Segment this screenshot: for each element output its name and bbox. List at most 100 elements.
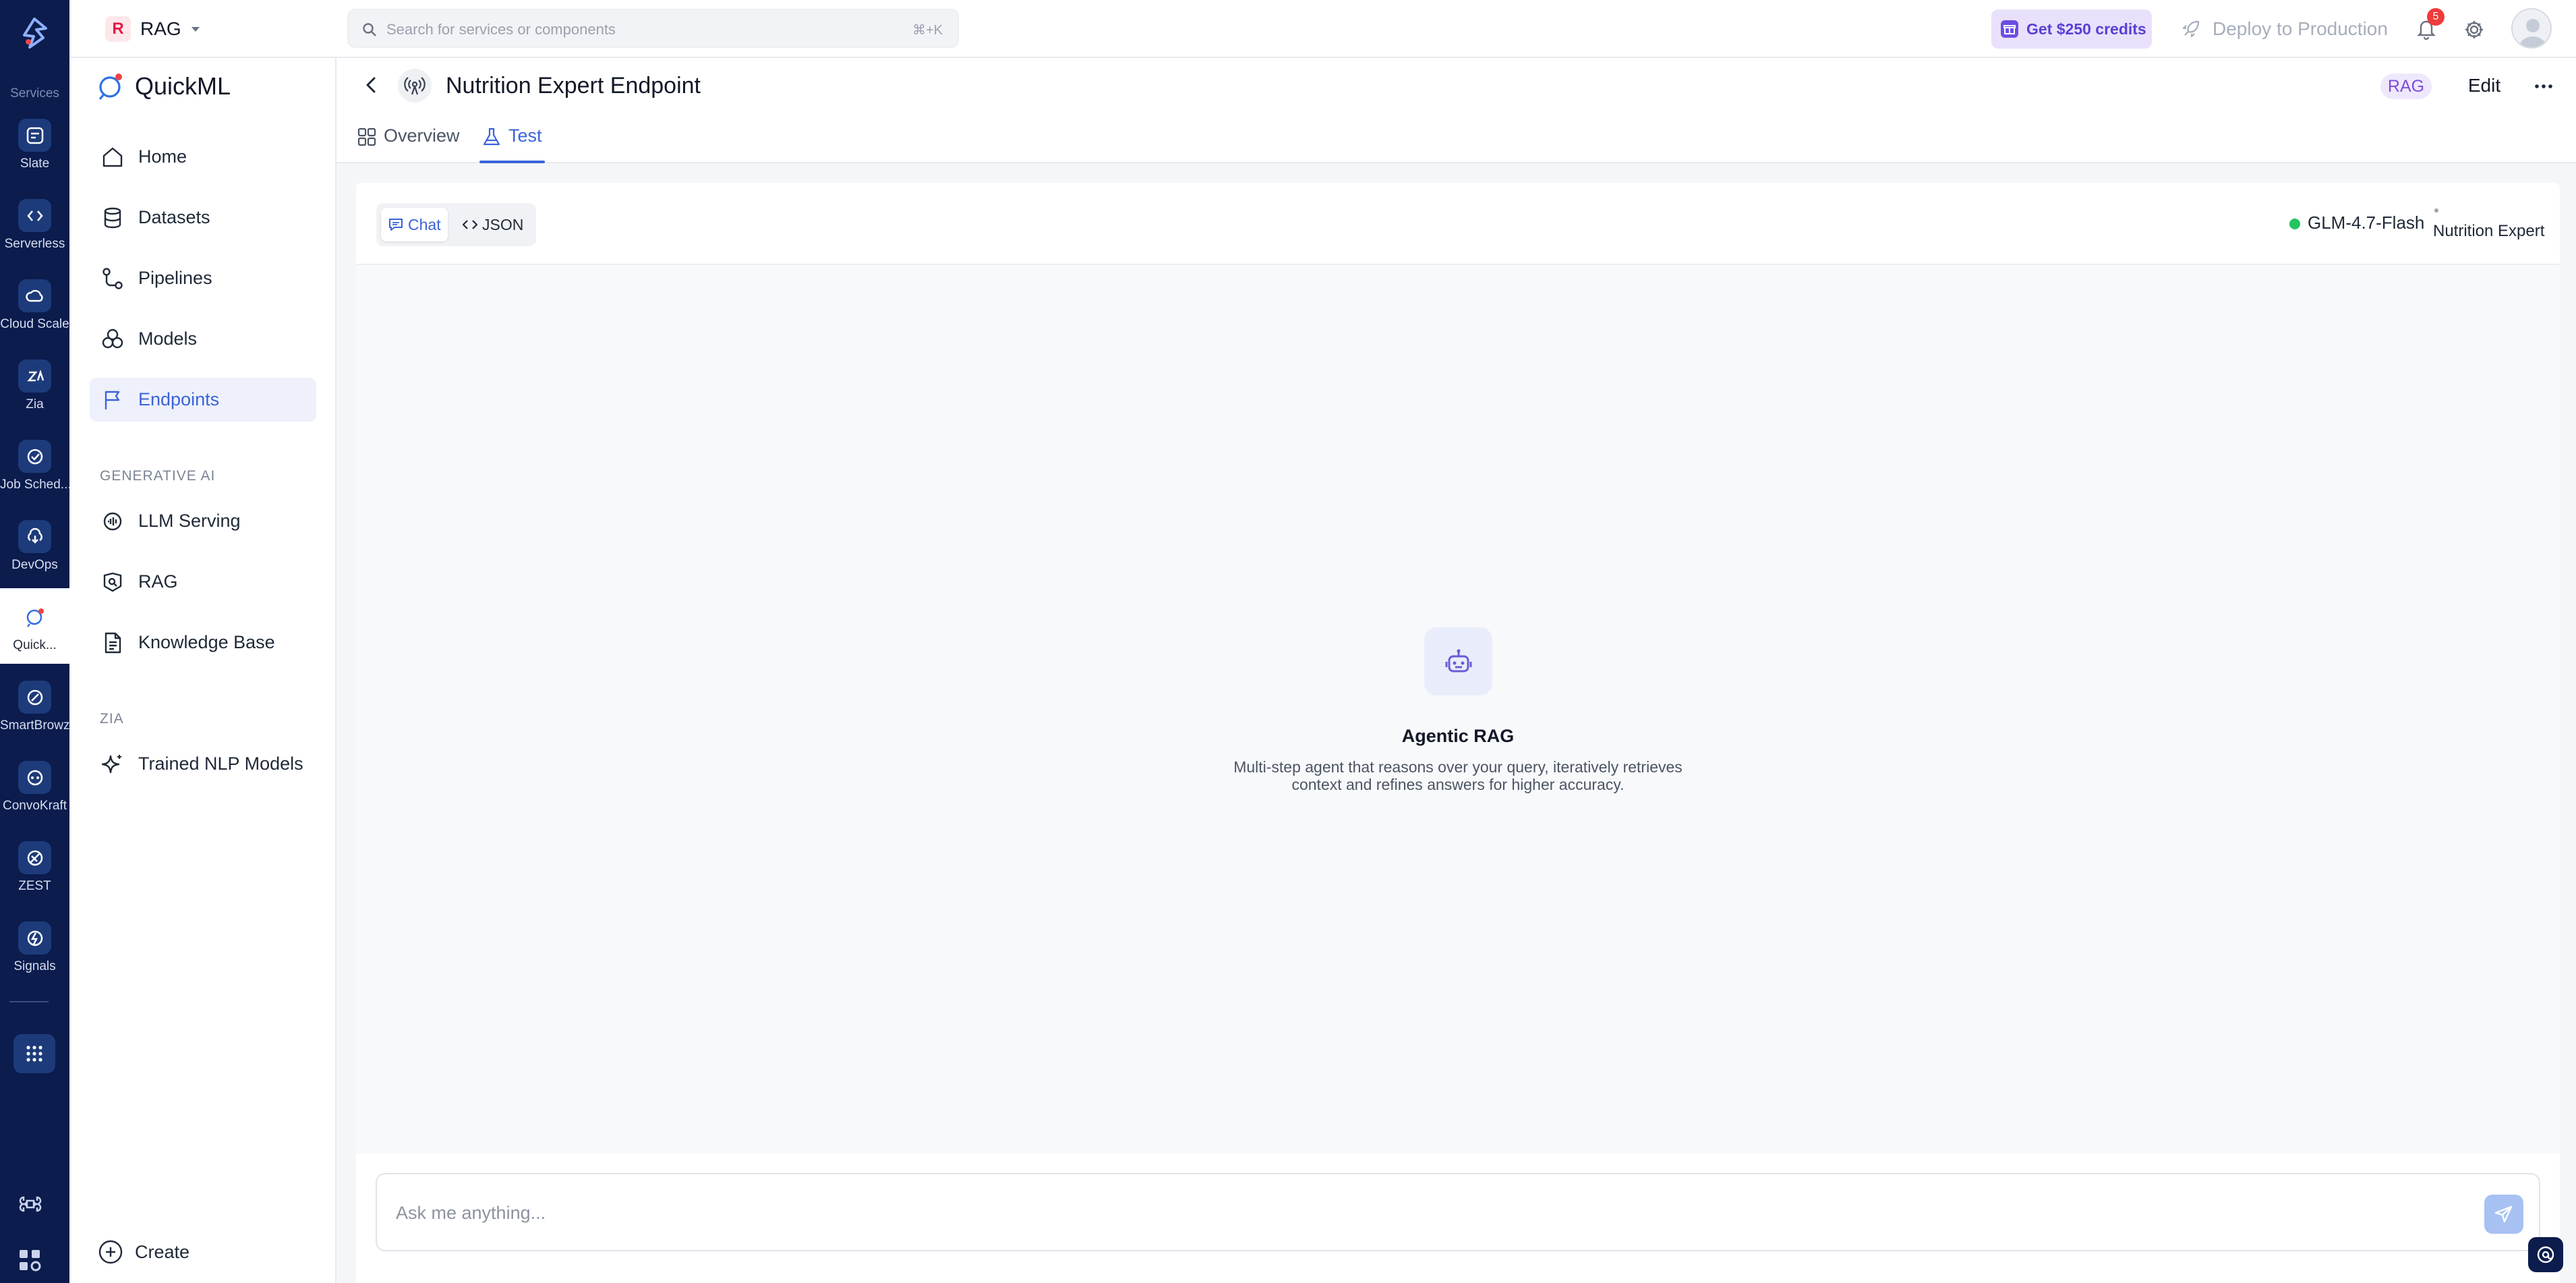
sidebar-item-label: Models <box>138 329 198 349</box>
rail-item-quickml[interactable]: Quick... <box>0 588 69 664</box>
avatar[interactable] <box>2511 8 2552 49</box>
rail-item-label: ZEST <box>18 879 51 893</box>
rail-item-label: Slate <box>20 156 50 171</box>
document-icon <box>100 631 125 655</box>
slate-icon <box>18 119 51 152</box>
send-button[interactable] <box>2484 1195 2523 1234</box>
get-credits-button[interactable]: Get $250 credits <box>1991 9 2152 49</box>
sidebar-item-pipelines[interactable]: Pipelines <box>90 256 316 300</box>
sidebar-item-label: Pipelines <box>138 268 212 288</box>
search-shortcut: ⌘+K <box>912 23 943 38</box>
sidebar-item-datasets[interactable]: Datasets <box>90 196 316 239</box>
signals-icon <box>18 921 51 954</box>
brand-name: QuickML <box>135 72 231 100</box>
sidebar-item-label: Knowledge Base <box>138 632 275 652</box>
tab-overview[interactable]: Overview <box>357 125 460 163</box>
more-options-icon[interactable] <box>2530 73 2557 100</box>
llm-serving-icon <box>100 509 125 534</box>
section-label-generative-ai: GENERATIVE AI <box>100 468 216 484</box>
zia-icon <box>18 360 51 393</box>
composer-area: Ask me anything... <box>356 1153 2560 1283</box>
smartbrowz-icon <box>18 681 51 714</box>
global-search[interactable]: Search for services or components ⌘+K <box>347 9 959 48</box>
rail-item-zia[interactable]: Zia <box>0 347 69 423</box>
home-icon <box>100 145 125 169</box>
gift-icon <box>1999 19 2020 39</box>
empty-state-title: Agentic RAG <box>1401 726 1515 746</box>
sidebar-item-models[interactable]: Models <box>90 317 316 361</box>
job-scheduling-icon <box>18 440 51 473</box>
rail-item-slate[interactable]: Slate <box>0 107 69 182</box>
apps-icon[interactable] <box>18 1248 42 1272</box>
test-panel-header: Chat JSON GLM-4.7-Flash Nutrition Expert <box>356 183 2560 265</box>
tab-label: Test <box>508 125 542 146</box>
service-rail: Services Slate Serverless Cloud Scale Zi… <box>0 0 69 1283</box>
catalyst-logo-icon[interactable] <box>16 15 53 51</box>
mode-json-button[interactable]: JSON <box>455 208 530 241</box>
project-switcher[interactable]: R RAG <box>105 15 202 43</box>
deploy-label: Deploy to Production <box>2213 18 2388 39</box>
rail-section-label: Services <box>10 86 59 101</box>
rail-divider <box>9 1001 49 1002</box>
rail-item-convokraft[interactable]: ConvoKraft <box>0 749 69 824</box>
credits-label: Get $250 credits <box>2026 20 2146 38</box>
all-apps-grid-icon[interactable] <box>13 1034 55 1073</box>
sidebar-item-label: Datasets <box>138 207 210 227</box>
rail-item-smartbrowz[interactable]: SmartBrowz <box>0 668 69 744</box>
tab-label: Overview <box>384 125 460 146</box>
cloud-scale-icon <box>18 279 51 312</box>
database-icon <box>100 206 125 230</box>
rail-item-zest[interactable]: ZEST <box>0 829 69 905</box>
rail-item-serverless[interactable]: Serverless <box>0 187 69 262</box>
edit-button[interactable]: Edit <box>2454 70 2515 101</box>
tab-test[interactable]: Test <box>481 125 542 163</box>
mode-switcher: Chat JSON <box>376 203 536 246</box>
project-name: RAG <box>140 18 181 39</box>
rail-item-devops[interactable]: DevOps <box>0 508 69 583</box>
sidebar-item-label: Endpoints <box>138 389 220 409</box>
sidebar-item-knowledge-base[interactable]: Knowledge Base <box>90 621 316 664</box>
rail-item-signals[interactable]: Signals <box>0 909 69 985</box>
sidebar-item-home[interactable]: Home <box>90 135 316 179</box>
search-placeholder: Search for services or components <box>386 21 616 38</box>
rail-item-cloud-scale[interactable]: Cloud Scale <box>0 267 69 343</box>
top-bar: R RAG Search for services or components … <box>69 0 2576 58</box>
mode-chat-button[interactable]: Chat <box>381 208 448 241</box>
notification-count-badge: 5 <box>2427 8 2445 26</box>
sidebar: QuickML Home Datasets Pipelines Models E… <box>69 58 336 1283</box>
rail-item-label: Cloud Scale <box>0 317 69 331</box>
sidebar-item-rag[interactable]: RAG <box>90 560 316 604</box>
page-header: Nutrition Expert Endpoint RAG Edit Overv… <box>336 58 2576 163</box>
active-tab-indicator <box>479 161 545 163</box>
deploy-to-production-button[interactable]: Deploy to Production <box>2180 15 2388 43</box>
rail-item-label: Signals <box>13 959 56 973</box>
back-arrow-icon[interactable] <box>361 74 382 96</box>
sidebar-item-trained-nlp-models[interactable]: Trained NLP Models <box>90 742 316 786</box>
model-selector[interactable]: GLM-4.7-Flash <box>2308 212 2424 233</box>
sidebar-item-label: Trained NLP Models <box>138 753 303 774</box>
robot-icon <box>1424 627 1492 695</box>
model-status-dot <box>2289 219 2300 229</box>
chat-input[interactable]: Ask me anything... <box>376 1173 2540 1251</box>
create-button[interactable]: Create <box>97 1238 189 1265</box>
page-title: Nutrition Expert Endpoint <box>446 73 701 98</box>
section-label-zia: ZIA <box>100 711 124 726</box>
sidebar-item-llm-serving[interactable]: LLM Serving <box>90 499 316 543</box>
quickml-icon <box>18 600 51 633</box>
models-icon <box>100 327 125 351</box>
command-icon[interactable] <box>18 1191 43 1217</box>
serverless-icon <box>18 199 51 232</box>
rail-item-label: Job Sched... <box>0 478 69 492</box>
zest-icon <box>18 841 51 874</box>
knowledge-base-label[interactable]: Nutrition Expert <box>2433 222 2544 241</box>
sidebar-item-endpoints[interactable]: Endpoints <box>90 378 316 422</box>
rail-item-job-scheduling[interactable]: Job Sched... <box>0 428 69 503</box>
rail-item-label: Quick... <box>13 638 57 652</box>
grid-icon <box>357 127 377 147</box>
gear-icon[interactable] <box>2461 16 2488 43</box>
sparkle-icon <box>100 752 125 776</box>
endpoint-broadcast-icon <box>398 69 432 103</box>
create-label: Create <box>135 1241 190 1262</box>
flask-icon <box>481 127 502 147</box>
help-chat-icon[interactable] <box>2528 1237 2563 1272</box>
